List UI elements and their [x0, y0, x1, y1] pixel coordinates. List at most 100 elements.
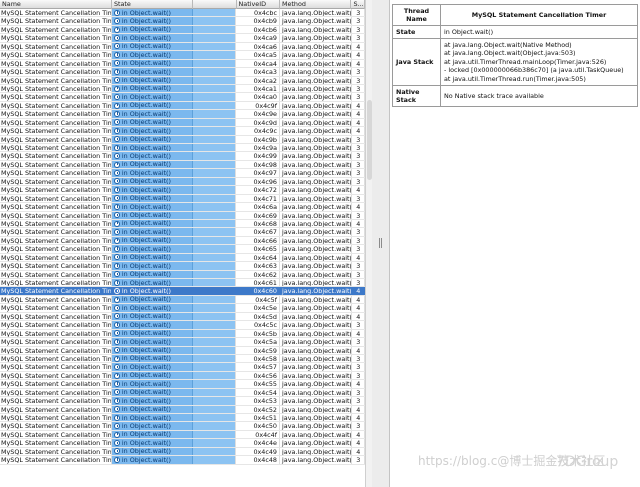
thread-name-cell: MySQL Statement Cancellation Timer: [1, 84, 112, 93]
detail-state-value: in Object.wait(): [440, 25, 638, 39]
table-row[interactable]: MySQL Statement Cancellation Timer in Obj…: [0, 388, 365, 398]
table-row[interactable]: MySQL Statement Cancellation Timer in Obj…: [0, 295, 365, 305]
column-header-method[interactable]: Method: [280, 0, 352, 9]
stack-depth-cell: 4: [352, 110, 365, 118]
table-scrollbar[interactable]: [365, 0, 372, 487]
table-row[interactable]: MySQL Statement Cancellation Timer in Obj…: [0, 160, 365, 170]
thread-state-text: in Object.wait(): [121, 42, 172, 51]
table-row[interactable]: MySQL Statement Cancellation Timer in Obj…: [0, 34, 365, 43]
table-row[interactable]: MySQL Statement Cancellation Timer in Obj…: [0, 321, 365, 330]
thread-detail-pane: Thread Name MySQL Statement Cancellation…: [390, 0, 640, 487]
table-row[interactable]: MySQL Statement Cancellation Timer in Obj…: [0, 186, 365, 195]
column-header-name[interactable]: Name: [0, 0, 112, 9]
table-row[interactable]: MySQL Statement Cancellation Timer in Obj…: [0, 144, 365, 153]
native-id-cell: 0x4c9b: [236, 135, 280, 143]
native-id-cell: 0x4c9a: [236, 144, 280, 152]
stack-depth-cell: 3: [352, 25, 365, 34]
thread-rows: MySQL Statement Cancellation Timer in Obj…: [0, 9, 365, 465]
table-row[interactable]: MySQL Statement Cancellation Timer in Obj…: [0, 84, 365, 94]
clock-icon: [113, 94, 120, 101]
thread-state-cell: in Object.wait(): [111, 84, 194, 93]
table-row[interactable]: MySQL Statement Cancellation Timer in Obj…: [0, 405, 365, 414]
table-row[interactable]: MySQL Statement Cancellation Timer in Obj…: [0, 211, 365, 220]
table-row[interactable]: MySQL Statement Cancellation Timer in Obj…: [0, 304, 365, 313]
table-row[interactable]: MySQL Statement Cancellation Timer in Obj…: [0, 414, 365, 423]
state-bar: [193, 42, 237, 51]
stack-depth-cell: 4: [352, 127, 365, 135]
column-header-stack[interactable]: S...: [351, 0, 365, 9]
table-row[interactable]: MySQL Statement Cancellation Timer in Obj…: [0, 371, 365, 381]
table-row[interactable]: MySQL Statement Cancellation Timer in Obj…: [0, 51, 365, 60]
table-row[interactable]: MySQL Statement Cancellation Timer in Obj…: [0, 312, 365, 322]
thread-state-cell: in Object.wait(): [111, 380, 194, 388]
table-row[interactable]: MySQL Statement Cancellation Timer in Obj…: [0, 236, 365, 246]
table-row[interactable]: MySQL Statement Cancellation Timer in Obj…: [0, 68, 365, 77]
column-header-state[interactable]: State: [112, 0, 194, 9]
clock-icon: [113, 431, 120, 438]
table-row[interactable]: MySQL Statement Cancellation Timer in Obj…: [0, 354, 365, 364]
table-row[interactable]: MySQL Statement Cancellation Timer in Obj…: [0, 135, 365, 144]
stack-depth-cell: 3: [352, 177, 365, 186]
table-row[interactable]: MySQL Statement Cancellation Timer in Obj…: [0, 203, 365, 212]
method-cell: java.lang.Object.wait(): [282, 262, 352, 270]
clock-icon: [113, 448, 120, 455]
table-row[interactable]: MySQL Statement Cancellation Timer in Obj…: [0, 338, 365, 347]
table-row[interactable]: MySQL Statement Cancellation Timer in Obj…: [0, 447, 365, 457]
method-cell: java.lang.Object.wait(): [282, 9, 352, 17]
table-row[interactable]: MySQL Statement Cancellation Timer in Obj…: [0, 279, 365, 288]
table-row[interactable]: MySQL Statement Cancellation Timer in Obj…: [0, 42, 365, 52]
table-row[interactable]: MySQL Statement Cancellation Timer in Obj…: [0, 127, 365, 136]
thread-state-cell: in Object.wait(): [111, 295, 194, 304]
thread-state-cell: in Object.wait(): [111, 228, 194, 236]
column-header-nativeid[interactable]: NativeID: [237, 0, 280, 9]
thread-name-cell: MySQL Statement Cancellation Timer: [1, 422, 112, 430]
table-row[interactable]: MySQL Statement Cancellation Timer in Obj…: [0, 439, 365, 448]
table-row[interactable]: MySQL Statement Cancellation Timer in Obj…: [0, 101, 365, 111]
thread-table: Name State NativeID Method S... MySQL St…: [0, 0, 365, 487]
table-row[interactable]: MySQL Statement Cancellation Timer in Obj…: [0, 430, 365, 440]
clock-icon: [113, 245, 120, 252]
splitter-grip-icon[interactable]: [379, 238, 383, 248]
thread-name-cell: MySQL Statement Cancellation Timer: [1, 321, 112, 329]
table-row[interactable]: MySQL Statement Cancellation Timer in Obj…: [0, 219, 365, 229]
table-row[interactable]: MySQL Statement Cancellation Timer in Obj…: [0, 397, 365, 406]
table-row[interactable]: MySQL Statement Cancellation Timer in Obj…: [0, 262, 365, 271]
table-row[interactable]: MySQL Statement Cancellation Timer in Obj…: [0, 93, 365, 102]
table-row[interactable]: MySQL Statement Cancellation Timer in Obj…: [0, 329, 365, 339]
table-row[interactable]: MySQL Statement Cancellation Timer in Obj…: [0, 270, 365, 279]
table-row[interactable]: MySQL Statement Cancellation Timer in Obj…: [0, 456, 365, 465]
table-row[interactable]: MySQL Statement Cancellation Timer in Obj…: [0, 25, 365, 35]
table-row[interactable]: MySQL Statement Cancellation Timer in Obj…: [0, 253, 365, 263]
method-cell: java.lang.Object.wait(): [282, 338, 352, 346]
table-row[interactable]: MySQL Statement Cancellation Timer in Obj…: [0, 346, 365, 355]
table-row[interactable]: MySQL Statement Cancellation Timer in Obj…: [0, 194, 365, 204]
table-row[interactable]: MySQL Statement Cancellation Timer in Obj…: [0, 59, 365, 69]
thread-state-cell: in Object.wait(): [111, 312, 194, 321]
stack-depth-cell: 4: [352, 59, 365, 68]
table-row[interactable]: MySQL Statement Cancellation Timer in Obj…: [0, 110, 365, 119]
table-row[interactable]: MySQL Statement Cancellation Timer in Obj…: [0, 118, 365, 128]
table-row[interactable]: MySQL Statement Cancellation Timer in Obj…: [0, 422, 365, 431]
table-row[interactable]: MySQL Statement Cancellation Timer in Obj…: [0, 363, 365, 372]
clock-icon: [113, 406, 120, 413]
table-row[interactable]: MySQL Statement Cancellation Timer in Obj…: [0, 245, 365, 254]
pane-splitter[interactable]: [372, 0, 390, 487]
thread-state-cell: in Object.wait(): [111, 354, 194, 363]
thread-state-text: in Object.wait(): [121, 354, 172, 363]
native-id-cell: 0x4c5f: [236, 295, 280, 304]
thread-state-cell: in Object.wait(): [111, 17, 194, 25]
table-row[interactable]: MySQL Statement Cancellation Timer in Obj…: [0, 76, 365, 85]
table-row[interactable]: MySQL Statement Cancellation Timer in Obj…: [0, 9, 365, 18]
state-bar: [193, 169, 237, 177]
state-bar: [193, 110, 237, 118]
table-row[interactable]: MySQL Statement Cancellation Timer in Obj…: [0, 380, 365, 389]
table-row[interactable]: MySQL Statement Cancellation Timer in Obj…: [0, 177, 365, 187]
thread-state-text: in Object.wait(): [121, 118, 172, 127]
table-row[interactable]: MySQL Statement Cancellation Timer in Obj…: [0, 17, 365, 26]
stack-depth-cell: 3: [352, 9, 365, 17]
table-row[interactable]: MySQL Statement Cancellation Timer in Obj…: [0, 287, 365, 296]
table-row[interactable]: MySQL Statement Cancellation Timer in Obj…: [0, 228, 365, 237]
table-row[interactable]: MySQL Statement Cancellation Timer in Obj…: [0, 169, 365, 178]
table-row[interactable]: MySQL Statement Cancellation Timer in Obj…: [0, 152, 365, 161]
stack-depth-cell: 4: [352, 405, 365, 413]
